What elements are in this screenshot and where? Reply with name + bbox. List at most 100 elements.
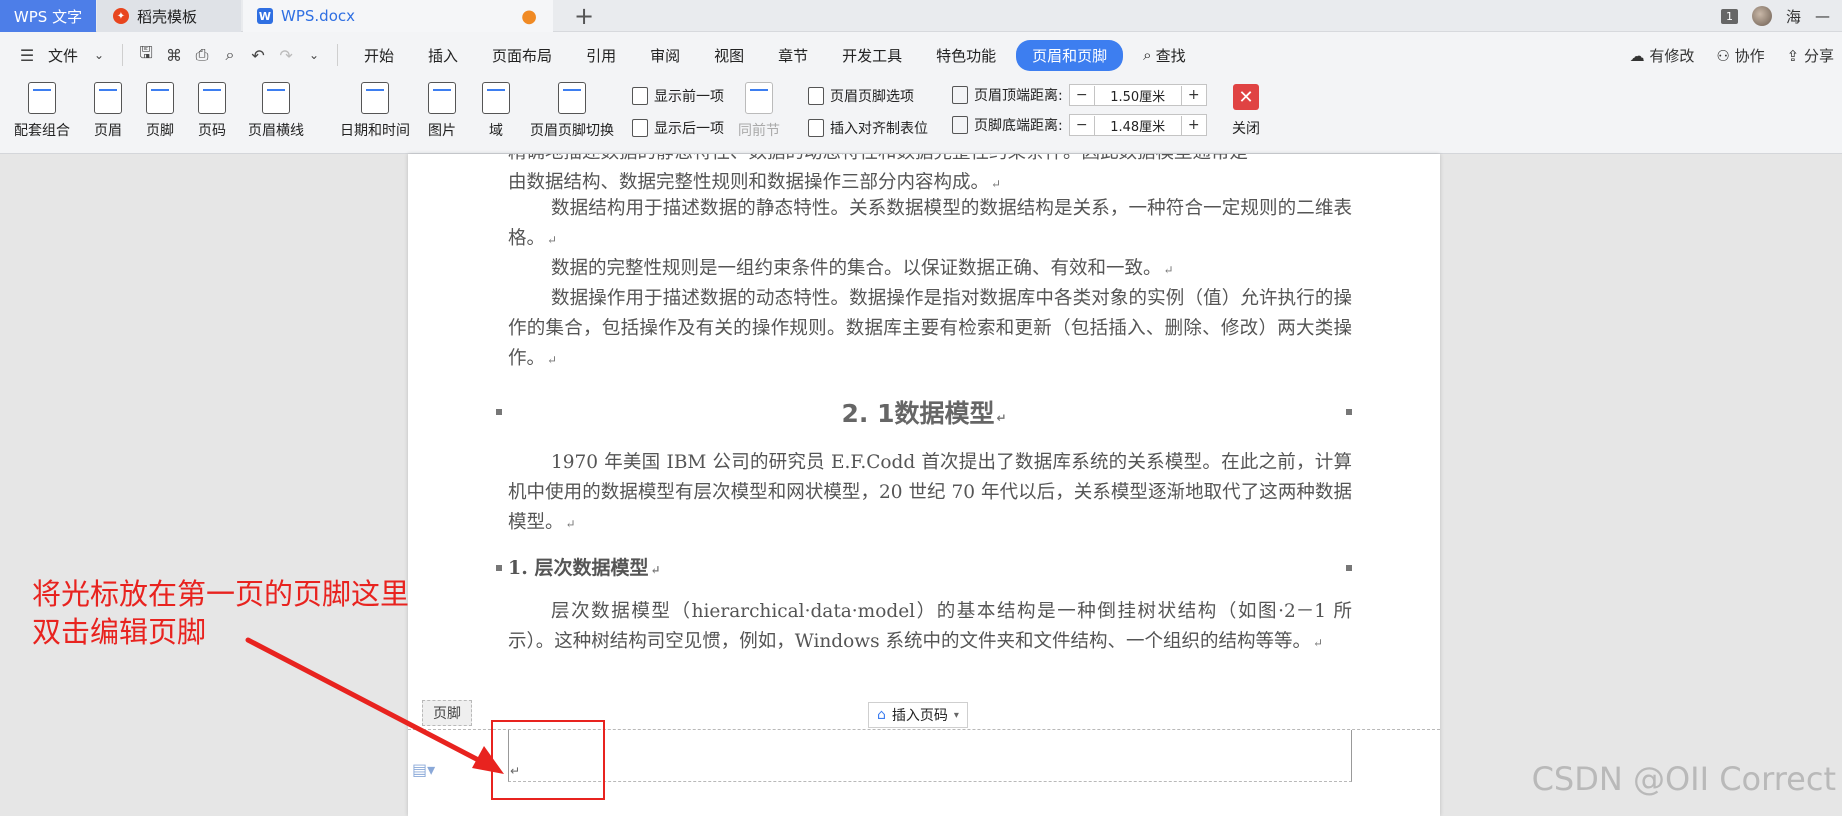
close-icon: ✕ — [1233, 84, 1259, 110]
decrement-button[interactable]: − — [1070, 117, 1094, 133]
menu-page-layout[interactable]: 页面布局 — [478, 45, 566, 66]
header-top-stepper[interactable]: − 1.50厘米 + — [1068, 84, 1207, 106]
kit-combo-icon — [28, 82, 56, 114]
header-top-value[interactable]: 1.50厘米 — [1093, 85, 1182, 105]
modified-label: 有修改 — [1649, 46, 1695, 65]
heading-text: 2. 1数据模型 — [841, 399, 995, 428]
same-as-previous-button[interactable]: 同前节 — [738, 82, 780, 140]
new-tab-button[interactable]: + — [570, 0, 598, 32]
cloud-icon: ☁ — [1629, 46, 1645, 65]
hf-switch-button[interactable]: 页眉页脚切换 — [530, 82, 614, 140]
subheading[interactable]: 1. 层次数据模型 ↵ — [508, 553, 661, 580]
close-label: 关闭 — [1232, 121, 1260, 137]
paragraph[interactable]: 精确地描述数据的静态特性、数据的动态特性和数据完整性约束条件。因此数据模型通常是… — [508, 154, 1352, 199]
header-icon — [94, 82, 122, 114]
word-doc-icon: W — [257, 8, 273, 24]
decrement-button[interactable]: − — [1070, 87, 1094, 103]
subheading-text: 1. 层次数据模型 — [508, 557, 649, 579]
hf-options-label: 页眉页脚选项 — [830, 89, 914, 105]
tab-wps-writer[interactable]: WPS 文字 — [0, 0, 96, 32]
date-time-button[interactable]: 日期和时间 — [340, 82, 410, 140]
footer-button[interactable]: 页脚 — [146, 82, 174, 140]
chevron-down-icon[interactable]: ⌄ — [88, 44, 110, 66]
hamburger-menu-icon[interactable]: ☰ — [16, 44, 38, 66]
menu-review[interactable]: 审阅 — [636, 45, 694, 66]
insert-page-number-button[interactable]: ⌂ 插入页码 ▾ — [868, 702, 968, 728]
footer-distance-icon — [952, 116, 968, 134]
table-handle — [1346, 565, 1352, 571]
tab-docer-templates[interactable]: ✦ 稻壳模板 — [97, 0, 241, 32]
customize-chevron-icon[interactable]: ⌄ — [303, 44, 325, 66]
field-label: 域 — [489, 123, 503, 139]
insert-tab-stop-button[interactable]: 插入对齐制表位 — [808, 118, 928, 138]
menu-insert[interactable]: 插入 — [414, 45, 472, 66]
menu-developer[interactable]: 开发工具 — [828, 45, 916, 66]
date-time-label: 日期和时间 — [340, 123, 410, 139]
footer-label: 页脚 — [146, 123, 174, 139]
paragraph-mark: ↵ — [996, 411, 1007, 425]
divider — [122, 44, 124, 66]
avatar[interactable] — [1751, 6, 1772, 26]
calendar-icon — [361, 82, 389, 114]
document-page[interactable]: 精确地描述数据的静态特性、数据的动态特性和数据完整性约束条件。因此数据模型通常是… — [408, 154, 1440, 816]
find-label: 查找 — [1155, 46, 1186, 65]
menu-special[interactable]: 特色功能 — [922, 45, 1010, 66]
text-line: 由数据结构、数据完整性规则和数据操作三部分内容构成。 — [508, 172, 990, 193]
increment-button[interactable]: + — [1182, 117, 1206, 133]
page-icon[interactable]: ▤▾ — [412, 760, 435, 779]
paragraph[interactable]: 数据的完整性规则是一组约束条件的集合。以保证数据正确、有效和一致。 ↵ — [508, 254, 1352, 285]
text: 数据结构用于描述数据的静态特性。关系数据模型的数据结构是关系，一种符合一定规则的… — [508, 198, 1352, 249]
menu-view[interactable]: 视图 — [700, 45, 758, 66]
format-painter-icon[interactable]: ⌘ — [163, 44, 185, 66]
tab-document[interactable]: W WPS.docx ● — [243, 0, 553, 32]
share-button[interactable]: ⇪ 分享 — [1787, 45, 1834, 66]
footer-bottom-stepper[interactable]: − 1.48厘米 + — [1068, 114, 1207, 136]
close-header-footer-button[interactable]: ✕ 关闭 — [1232, 84, 1260, 138]
hf-options-button[interactable]: 页眉页脚选项 — [808, 86, 914, 106]
footer-bottom-value[interactable]: 1.48厘米 — [1093, 115, 1182, 135]
window-count-badge[interactable]: 1 — [1720, 8, 1738, 24]
user-name[interactable]: 海 — [1786, 6, 1801, 27]
picture-button[interactable]: 图片 — [428, 82, 456, 140]
title-bar: WPS 文字 ✦ 稻壳模板 W WPS.docx ● + 1 海 — — [0, 0, 1842, 32]
print-icon[interactable]: ⎙ — [191, 44, 213, 66]
find-button[interactable]: ⌕ 查找 — [1129, 45, 1199, 66]
same-as-previous-icon — [745, 82, 773, 114]
paragraph[interactable]: 数据操作用于描述数据的动态特性。数据操作是指对数据库中各类对象的实例（值）允许执… — [508, 284, 1352, 375]
paragraph-mark: ↵ — [547, 233, 558, 247]
paragraph[interactable]: 层次数据模型（hierarchical·data·model）的基本结构是一种倒… — [508, 597, 1352, 658]
divider — [337, 44, 339, 66]
page-number-button[interactable]: 页码 — [198, 82, 226, 140]
annotation-line: 将光标放在第一页的页脚这里 — [32, 577, 410, 611]
paragraph[interactable]: 数据结构用于描述数据的静态特性。关系数据模型的数据结构是关系，一种符合一定规则的… — [508, 194, 1352, 255]
undo-icon[interactable]: ↶ — [247, 44, 269, 66]
paragraph[interactable]: 1970 年美国 IBM 公司的研究员 E.F.Codd 首次提出了数据库系统的… — [508, 448, 1352, 539]
save-icon[interactable]: 🖫 — [135, 43, 157, 66]
paragraph-mark: ↵ — [1163, 263, 1174, 277]
text: 数据的完整性规则是一组约束条件的集合。以保证数据正确、有效和一致。 — [551, 258, 1162, 279]
file-menu[interactable]: 文件 — [44, 45, 82, 66]
menu-header-footer[interactable]: 页眉和页脚 — [1016, 39, 1124, 71]
print-preview-icon[interactable]: ⌕ — [219, 44, 241, 66]
annotation-line: 双击编辑页脚 — [32, 615, 207, 649]
insert-tab-stop-label: 插入对齐制表位 — [830, 121, 928, 137]
paragraph-mark: ↵ — [650, 563, 661, 577]
menu-references[interactable]: 引用 — [572, 45, 630, 66]
modified-button[interactable]: ☁ 有修改 — [1630, 45, 1695, 66]
collaborate-button[interactable]: ⚇ 协作 — [1716, 45, 1764, 66]
show-next-button[interactable]: 显示后一项 — [632, 118, 724, 138]
footer-icon — [146, 82, 174, 114]
increment-button[interactable]: + — [1182, 87, 1206, 103]
header-line-button[interactable]: 页眉横线 — [248, 82, 304, 140]
header-button[interactable]: 页眉 — [94, 82, 122, 140]
kit-combo-button[interactable]: 配套组合 — [14, 82, 70, 140]
redo-icon[interactable]: ↷ — [275, 44, 297, 66]
field-button[interactable]: 域 — [482, 82, 510, 140]
menu-section[interactable]: 章节 — [764, 45, 822, 66]
footer-area[interactable] — [508, 730, 1352, 782]
page-number-icon — [198, 82, 226, 114]
menu-start[interactable]: 开始 — [350, 45, 408, 66]
show-previous-button[interactable]: 显示前一项 — [632, 86, 724, 106]
minimize-button[interactable]: — — [1815, 7, 1830, 25]
section-heading[interactable]: 2. 1数据模型 ↵ — [408, 394, 1440, 430]
